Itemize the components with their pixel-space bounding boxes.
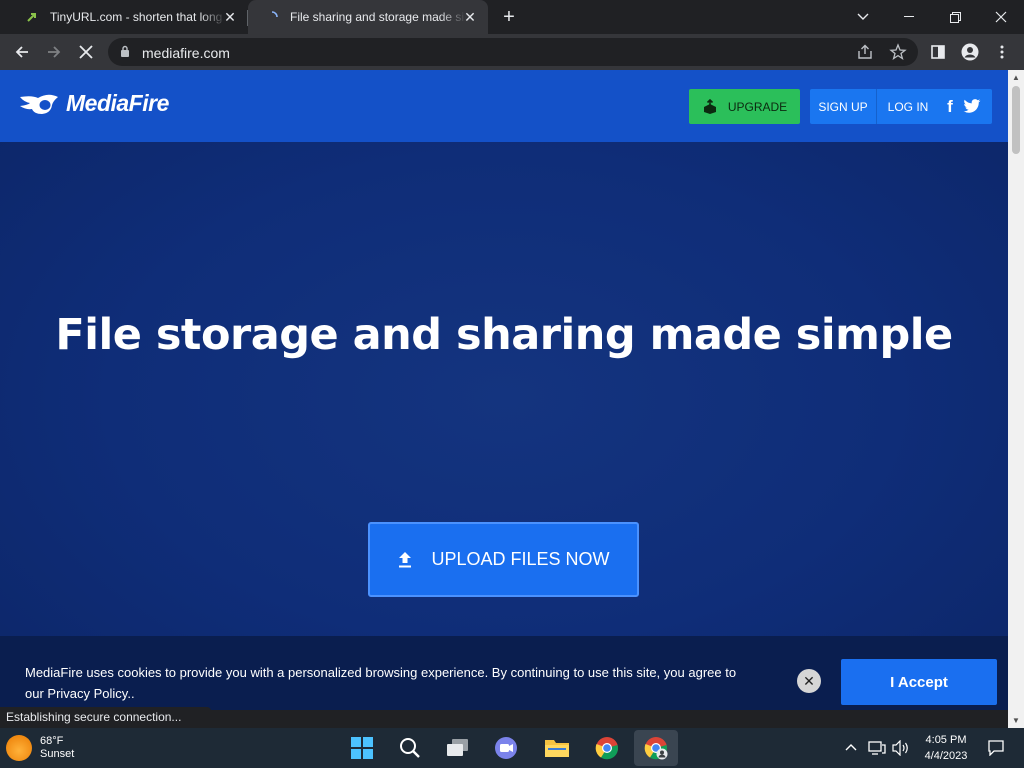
- network-monitor-icon: [868, 741, 886, 755]
- minimize-button[interactable]: [886, 0, 932, 34]
- page-viewport: MediaFire UPGRADE SIGN UP LOG IN f File …: [0, 70, 1008, 710]
- facebook-icon[interactable]: f: [939, 89, 961, 124]
- mediafire-logo[interactable]: MediaFire: [18, 90, 169, 117]
- browser-menu-button[interactable]: [990, 40, 1014, 64]
- hero-section: File storage and sharing made simple UPL…: [0, 142, 1008, 710]
- taskbar-clock[interactable]: 4:05 PM 4/4/2023: [916, 732, 976, 764]
- minimize-icon: [904, 16, 914, 17]
- chevron-up-icon: [845, 744, 857, 751]
- chrome-profile-icon: [644, 737, 668, 760]
- teams-chat-icon: [495, 737, 517, 759]
- upgrade-button[interactable]: UPGRADE: [689, 89, 800, 124]
- arrow-left-icon: [15, 46, 28, 58]
- twitter-icon[interactable]: [961, 89, 983, 124]
- scrollbar-thumb[interactable]: [1012, 86, 1020, 154]
- account-nav: SIGN UP LOG IN f: [810, 89, 992, 124]
- cookie-message: MediaFire uses cookies to provide you wi…: [25, 665, 737, 701]
- site-header: MediaFire UPGRADE SIGN UP LOG IN f: [0, 70, 1008, 142]
- taskbar-search-button[interactable]: [388, 730, 432, 766]
- weather-text: 68°F Sunset: [40, 735, 74, 761]
- restore-icon: [949, 11, 961, 23]
- notification-icon: [988, 740, 1004, 757]
- page-scrollbar[interactable]: ▲ ▼: [1008, 70, 1024, 728]
- cookie-banner: MediaFire uses cookies to provide you wi…: [0, 636, 1008, 710]
- close-tab-icon[interactable]: ✕: [462, 9, 478, 25]
- browser-tab-strip: TinyURL.com - shorten that long ✕ File s…: [0, 0, 1024, 34]
- chrome-taskbar-button[interactable]: [585, 730, 629, 766]
- sunset-weather-icon: [6, 735, 32, 761]
- windows-taskbar: 68°F Sunset 4:05 PM 4/4/2023: [0, 728, 1024, 768]
- weather-desc: Sunset: [40, 748, 75, 760]
- close-tab-icon[interactable]: ✕: [222, 9, 238, 25]
- tab-title: TinyURL.com - shorten that long: [50, 10, 223, 24]
- twitter-bird-icon: [963, 99, 981, 113]
- chevron-down-icon: [857, 13, 869, 20]
- tinyurl-favicon-icon: [24, 9, 40, 25]
- tab-tinyurl[interactable]: TinyURL.com - shorten that long ✕: [8, 0, 248, 34]
- browser-toolbar: mediafire.com: [0, 34, 1024, 70]
- clock-date: 4/4/2023: [924, 750, 968, 762]
- file-explorer-button[interactable]: [535, 730, 579, 766]
- sign-up-button[interactable]: SIGN UP: [810, 89, 877, 124]
- tab-title: File sharing and storage made simple: [290, 10, 466, 24]
- kebab-menu-icon: [1000, 45, 1004, 59]
- scroll-down-arrow-icon[interactable]: ▼: [1012, 716, 1020, 725]
- restore-button[interactable]: [932, 0, 978, 34]
- upload-files-button[interactable]: UPLOAD FILES NOW: [368, 522, 639, 597]
- folder-icon: [545, 740, 569, 757]
- lock-icon: [121, 45, 129, 57]
- stop-loading-button[interactable]: [74, 40, 98, 64]
- accept-cookies-button[interactable]: I Accept: [841, 659, 997, 705]
- share-icon[interactable]: [856, 43, 874, 61]
- side-panel-icon: [931, 45, 945, 59]
- chrome-profile-taskbar-button[interactable]: [634, 730, 678, 766]
- bookmark-star-icon[interactable]: [889, 43, 907, 61]
- volume-icon[interactable]: [892, 739, 910, 759]
- close-icon: [995, 11, 1007, 23]
- new-tab-button[interactable]: +: [498, 6, 520, 28]
- arrow-right-icon: [48, 46, 61, 58]
- browser-status-bar: Establishing secure connection...: [0, 707, 212, 728]
- url-text: mediafire.com: [142, 45, 230, 61]
- windows-logo-icon: [351, 737, 373, 759]
- start-button[interactable]: [340, 730, 384, 766]
- profile-avatar-icon: [961, 43, 979, 61]
- side-panel-button[interactable]: [926, 40, 950, 64]
- mediafire-flame-icon: [20, 94, 58, 114]
- tab-search-button[interactable]: [840, 0, 886, 34]
- task-view-icon: [447, 739, 468, 756]
- tab-mediafire[interactable]: File sharing and storage made simple ✕: [248, 0, 488, 34]
- scroll-up-arrow-icon[interactable]: ▲: [1012, 73, 1020, 82]
- clock-time: 4:05 PM: [925, 734, 967, 746]
- cookie-close-button[interactable]: ✕: [797, 669, 821, 693]
- network-icon[interactable]: [868, 740, 886, 759]
- log-in-button[interactable]: LOG IN: [877, 89, 939, 124]
- upgrade-label: UPGRADE: [727, 99, 788, 114]
- address-bar[interactable]: mediafire.com: [108, 38, 918, 66]
- facebook-glyph: f: [947, 96, 953, 116]
- back-button[interactable]: [10, 40, 34, 64]
- speaker-icon: [892, 739, 908, 757]
- weather-temp: 68°F: [40, 735, 64, 747]
- logo-wordmark: MediaFire: [66, 90, 169, 116]
- search-icon: [400, 738, 420, 758]
- upgrade-box-icon: [703, 98, 716, 114]
- hero-title: File storage and sharing made simple: [55, 310, 953, 360]
- teams-chat-button[interactable]: [484, 730, 528, 766]
- task-view-button[interactable]: [436, 730, 480, 766]
- stop-x-icon: [79, 45, 93, 59]
- weather-widget[interactable]: 68°F Sunset: [6, 735, 74, 761]
- upload-arrow-icon: [399, 551, 412, 567]
- loading-favicon-icon: [264, 9, 280, 25]
- profile-button[interactable]: [958, 40, 982, 64]
- close-window-button[interactable]: [978, 0, 1024, 34]
- show-hidden-icons-button[interactable]: [845, 740, 857, 754]
- forward-button[interactable]: [42, 40, 66, 64]
- chrome-logo-icon: [595, 737, 619, 760]
- upload-label: UPLOAD FILES NOW: [431, 549, 610, 569]
- notifications-button[interactable]: [988, 740, 1004, 759]
